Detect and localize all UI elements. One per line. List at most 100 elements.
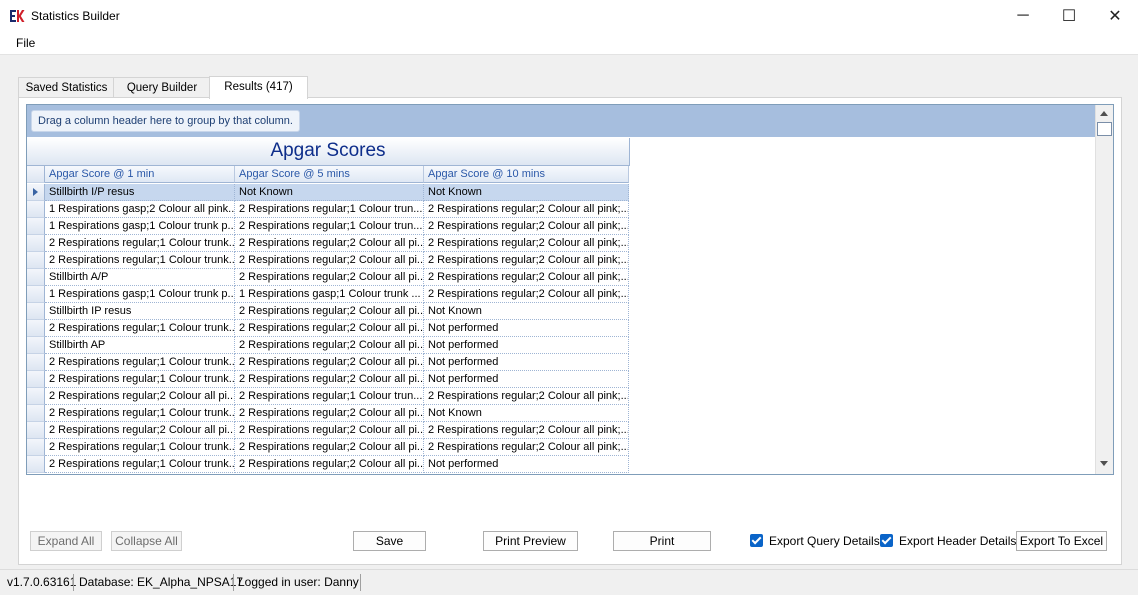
scrollbar-thumb[interactable] — [1097, 122, 1112, 136]
row-indicator[interactable] — [27, 422, 45, 439]
print-button[interactable]: Print — [613, 531, 711, 551]
group-by-panel[interactable]: Drag a column header here to group by th… — [27, 105, 1095, 137]
cell-apgar-1min[interactable]: 2 Respirations regular;1 Colour trunk... — [45, 252, 235, 269]
cell-apgar-5min[interactable]: 2 Respirations regular;2 Colour all pi..… — [235, 337, 424, 354]
cell-apgar-5min[interactable]: Not Known — [235, 184, 424, 201]
minimize-button[interactable]: ─ — [1000, 0, 1046, 32]
cell-apgar-10min[interactable]: Not Known — [424, 184, 629, 201]
cell-apgar-1min[interactable]: 2 Respirations regular;2 Colour all pi..… — [45, 422, 235, 439]
row-indicator[interactable] — [27, 235, 45, 252]
cell-apgar-1min[interactable]: 2 Respirations regular;1 Colour trunk... — [45, 354, 235, 371]
row-indicator[interactable] — [27, 320, 45, 337]
tab-saved-statistics[interactable]: Saved Statistics — [18, 77, 115, 98]
current-row-arrow-icon — [33, 188, 38, 196]
cell-apgar-1min[interactable]: 2 Respirations regular;1 Colour trunk... — [45, 371, 235, 388]
cell-apgar-10min[interactable]: Not performed — [424, 337, 629, 354]
row-indicator[interactable] — [27, 269, 45, 286]
cell-apgar-10min[interactable]: Not performed — [424, 354, 629, 371]
cell-apgar-5min[interactable]: 2 Respirations regular;2 Colour all pi..… — [235, 252, 424, 269]
cell-apgar-5min[interactable]: 2 Respirations regular;2 Colour all pi..… — [235, 422, 424, 439]
cell-apgar-10min[interactable]: 2 Respirations regular;2 Colour all pink… — [424, 235, 629, 252]
cell-apgar-10min[interactable]: 2 Respirations regular;2 Colour all pink… — [424, 218, 629, 235]
export-query-details-label[interactable]: Export Query Details — [769, 534, 880, 548]
ek-app-logo-icon — [10, 10, 25, 22]
row-indicator[interactable] — [27, 388, 45, 405]
cell-apgar-1min[interactable]: Stillbirth IP resus — [45, 303, 235, 320]
cell-apgar-5min[interactable]: 2 Respirations regular;2 Colour all pi..… — [235, 235, 424, 252]
cell-apgar-10min[interactable]: Not Known — [424, 405, 629, 422]
collapse-all-button[interactable]: Collapse All — [111, 531, 182, 551]
print-preview-button[interactable]: Print Preview — [483, 531, 578, 551]
cell-apgar-1min[interactable]: Stillbirth I/P resus — [45, 184, 235, 201]
cell-apgar-10min[interactable]: 2 Respirations regular;2 Colour all pink… — [424, 286, 629, 303]
cell-apgar-10min[interactable]: 2 Respirations regular;2 Colour all pink… — [424, 269, 629, 286]
row-indicator[interactable] — [27, 184, 45, 201]
band-header[interactable]: Apgar Scores — [27, 138, 630, 166]
cell-apgar-10min[interactable]: Not Known — [424, 303, 629, 320]
cell-apgar-5min[interactable]: 2 Respirations regular;2 Colour all pi..… — [235, 354, 424, 371]
cell-apgar-10min[interactable]: 2 Respirations regular;2 Colour all pink… — [424, 388, 629, 405]
scroll-down-arrow-icon[interactable] — [1100, 461, 1108, 466]
cell-apgar-10min[interactable]: 2 Respirations regular;2 Colour all pink… — [424, 422, 629, 439]
export-to-excel-button[interactable]: Export To Excel — [1016, 531, 1107, 551]
close-button[interactable]: ✕ — [1092, 0, 1138, 32]
expand-all-button[interactable]: Expand All — [30, 531, 102, 551]
status-divider — [233, 574, 234, 591]
cell-apgar-10min[interactable]: Not performed — [424, 456, 629, 473]
row-indicator[interactable] — [27, 252, 45, 269]
vertical-scrollbar[interactable] — [1095, 105, 1113, 474]
row-indicator[interactable] — [27, 218, 45, 235]
cell-apgar-5min[interactable]: 2 Respirations regular;2 Colour all pi..… — [235, 456, 424, 473]
cell-apgar-5min[interactable]: 2 Respirations regular;2 Colour all pi..… — [235, 371, 424, 388]
cell-apgar-5min[interactable]: 2 Respirations regular;2 Colour all pi..… — [235, 439, 424, 456]
cell-apgar-10min[interactable]: Not performed — [424, 371, 629, 388]
status-bar: v1.7.0.63161 Database: EK_Alpha_NPSA17 L… — [0, 569, 1138, 595]
cell-apgar-1min[interactable]: Stillbirth A/P — [45, 269, 235, 286]
cell-apgar-5min[interactable]: 2 Respirations regular;2 Colour all pi..… — [235, 269, 424, 286]
cell-apgar-5min[interactable]: 2 Respirations regular;1 Colour trun... — [235, 388, 424, 405]
cell-apgar-10min[interactable]: 2 Respirations regular;2 Colour all pink… — [424, 201, 629, 218]
tab-results[interactable]: Results (417) — [209, 76, 308, 99]
status-version: v1.7.0.63161 — [7, 575, 77, 589]
cell-apgar-1min[interactable]: 2 Respirations regular;1 Colour trunk... — [45, 456, 235, 473]
export-header-details-checkbox[interactable] — [880, 534, 893, 547]
row-indicator[interactable] — [27, 201, 45, 218]
row-indicator[interactable] — [27, 456, 45, 473]
title-bar: Statistics Builder ─ ☐ ✕ — [0, 0, 1138, 32]
cell-apgar-1min[interactable]: 2 Respirations regular;2 Colour all pi..… — [45, 388, 235, 405]
cell-apgar-1min[interactable]: 1 Respirations gasp;1 Colour trunk p... — [45, 218, 235, 235]
row-indicator[interactable] — [27, 303, 45, 320]
cell-apgar-10min[interactable]: Not performed — [424, 320, 629, 337]
cell-apgar-5min[interactable]: 2 Respirations regular;2 Colour all pi..… — [235, 303, 424, 320]
cell-apgar-1min[interactable]: 2 Respirations regular;1 Colour trunk... — [45, 320, 235, 337]
cell-apgar-5min[interactable]: 2 Respirations regular;1 Colour trun... — [235, 218, 424, 235]
cell-apgar-5min[interactable]: 2 Respirations regular;2 Colour all pi..… — [235, 320, 424, 337]
row-indicator[interactable] — [27, 439, 45, 456]
column-header-apgar-1min[interactable]: Apgar Score @ 1 min — [45, 166, 235, 183]
row-indicator[interactable] — [27, 371, 45, 388]
cell-apgar-1min[interactable]: 1 Respirations gasp;2 Colour all pink... — [45, 201, 235, 218]
scroll-up-arrow-icon[interactable] — [1100, 111, 1108, 116]
cell-apgar-5min[interactable]: 2 Respirations regular;2 Colour all pi..… — [235, 405, 424, 422]
column-header-apgar-5min[interactable]: Apgar Score @ 5 mins — [235, 166, 424, 183]
save-button[interactable]: Save — [353, 531, 426, 551]
cell-apgar-1min[interactable]: 1 Respirations gasp;1 Colour trunk p... — [45, 286, 235, 303]
export-query-details-checkbox[interactable] — [750, 534, 763, 547]
row-indicator[interactable] — [27, 354, 45, 371]
row-indicator[interactable] — [27, 337, 45, 354]
cell-apgar-5min[interactable]: 2 Respirations regular;1 Colour trun... — [235, 201, 424, 218]
cell-apgar-10min[interactable]: 2 Respirations regular;2 Colour all pink… — [424, 439, 629, 456]
menu-file[interactable]: File — [16, 36, 35, 50]
cell-apgar-1min[interactable]: Stillbirth AP — [45, 337, 235, 354]
row-indicator[interactable] — [27, 286, 45, 303]
cell-apgar-1min[interactable]: 2 Respirations regular;1 Colour trunk... — [45, 235, 235, 252]
row-indicator[interactable] — [27, 405, 45, 422]
maximize-button[interactable]: ☐ — [1046, 0, 1092, 32]
tab-query-builder[interactable]: Query Builder — [113, 77, 211, 98]
cell-apgar-1min[interactable]: 2 Respirations regular;1 Colour trunk... — [45, 439, 235, 456]
cell-apgar-5min[interactable]: 1 Respirations gasp;1 Colour trunk ... — [235, 286, 424, 303]
cell-apgar-10min[interactable]: 2 Respirations regular;2 Colour all pink… — [424, 252, 629, 269]
column-header-apgar-10min[interactable]: Apgar Score @ 10 mins — [424, 166, 629, 183]
cell-apgar-1min[interactable]: 2 Respirations regular;1 Colour trunk... — [45, 405, 235, 422]
export-header-details-label[interactable]: Export Header Details — [899, 534, 1016, 548]
